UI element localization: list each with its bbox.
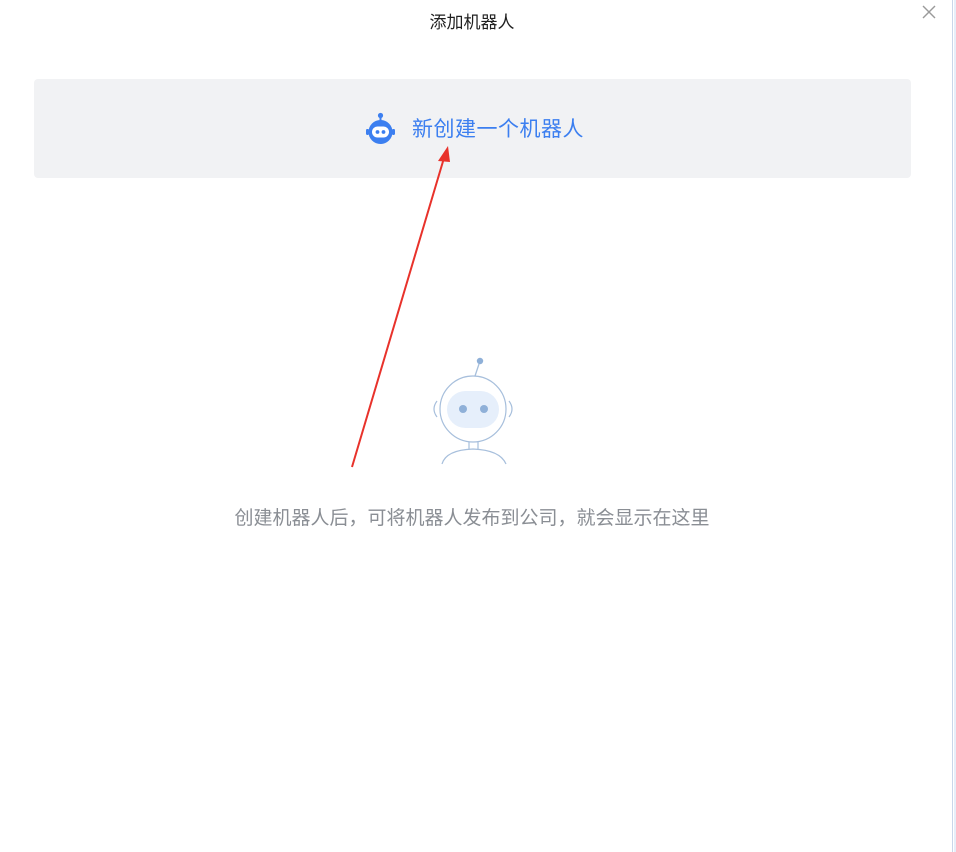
robot-icon (366, 112, 395, 144)
window-edge (952, 0, 956, 852)
dialog-title: 添加机器人 (429, 13, 515, 33)
create-robot-button[interactable]: 新创建一个机器人 (34, 79, 911, 178)
close-icon[interactable] (919, 2, 939, 22)
create-robot-label[interactable]: 新创建一个机器人 (412, 114, 584, 144)
robot-illustration (433, 357, 513, 465)
empty-state-message: 创建机器人后，可将机器人发布到公司，就会显示在这里 (234, 507, 710, 529)
add-robot-dialog: 添加机器人 新创建一个机器人 创建机器人后，可将机器人发布到公司，就会显示在这里 (0, 0, 952, 852)
create-robot-content[interactable]: 新创建一个机器人 (365, 112, 584, 146)
close-button[interactable] (919, 2, 939, 22)
